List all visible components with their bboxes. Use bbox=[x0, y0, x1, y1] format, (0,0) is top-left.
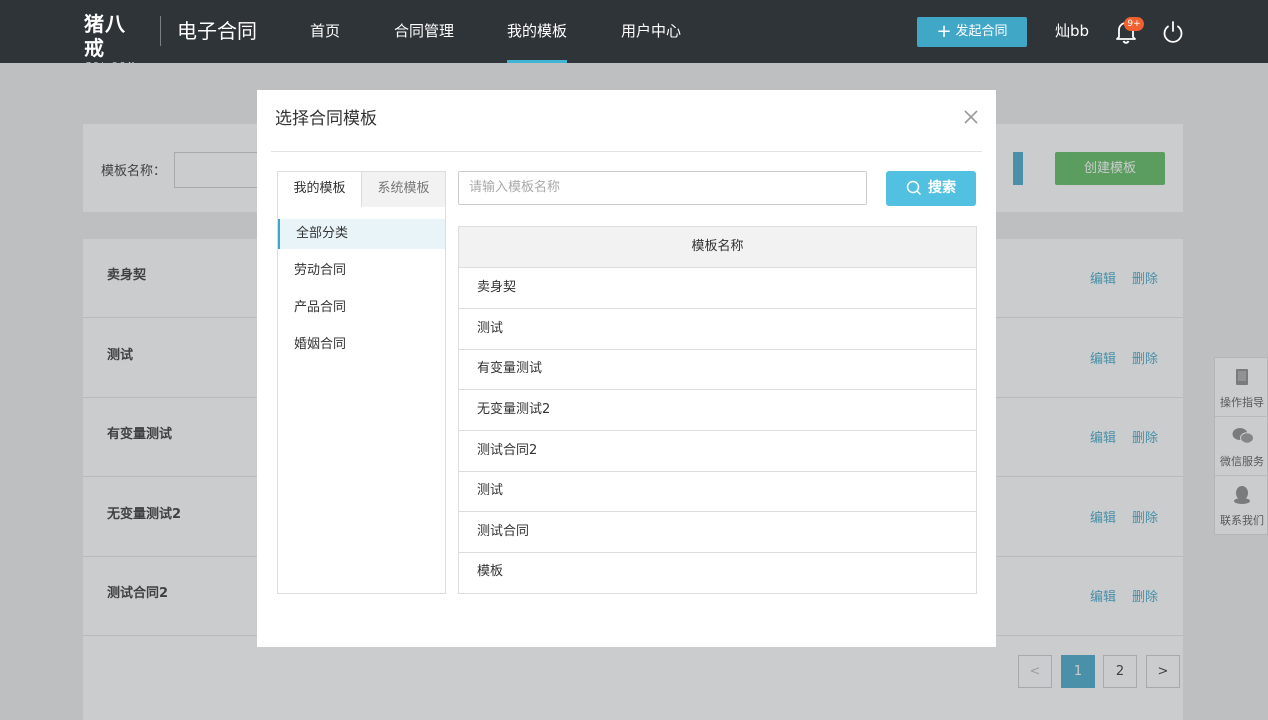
product-name: 电子合同 bbox=[177, 19, 257, 43]
top-header: 猪八戒 ZBJ.COM 电子合同 首页 合同管理 我的模板 用户中心 +发起合同… bbox=[0, 0, 1268, 69]
template-table: 模板名称 卖身契 测试 有变量测试 无变量测试2 测试合同2 测试 测试合同 模… bbox=[458, 226, 977, 594]
table-row[interactable]: 测试 bbox=[459, 309, 976, 350]
select-template-modal: 选择合同模板 我的模板 系统模板 全部分类 劳动合同 产品合同 婚姻合同 请输入… bbox=[257, 90, 996, 647]
table-row[interactable]: 卖身契 bbox=[459, 268, 976, 309]
close-icon[interactable] bbox=[960, 106, 982, 128]
table-row[interactable]: 有变量测试 bbox=[459, 349, 976, 390]
table-row[interactable]: 测试 bbox=[459, 471, 976, 512]
logo-divider bbox=[160, 16, 161, 46]
template-search-input[interactable]: 请输入模板名称 bbox=[458, 171, 867, 205]
table-header: 模板名称 bbox=[459, 227, 976, 268]
zbj-logo[interactable]: 猪八戒 ZBJ.COM bbox=[84, 12, 144, 69]
tab-system-templates[interactable]: 系统模板 bbox=[362, 172, 445, 207]
search-button[interactable]: 搜索 bbox=[886, 171, 976, 206]
logo-text: 猪八戒 bbox=[84, 12, 126, 60]
nav-my-templates[interactable]: 我的模板 bbox=[507, 0, 568, 63]
category-all[interactable]: 全部分类 bbox=[278, 219, 445, 249]
power-icon[interactable] bbox=[1160, 19, 1186, 45]
start-contract-label: 发起合同 bbox=[955, 24, 1008, 39]
table-row[interactable]: 模板 bbox=[459, 552, 976, 593]
nav-user-center[interactable]: 用户中心 bbox=[621, 0, 681, 63]
notification-badge: 9+ bbox=[1124, 17, 1144, 31]
table-row[interactable]: 无变量测试2 bbox=[459, 390, 976, 431]
tab-my-templates[interactable]: 我的模板 bbox=[278, 172, 362, 207]
category-labor[interactable]: 劳动合同 bbox=[278, 256, 445, 286]
plus-icon: + bbox=[936, 21, 952, 42]
table-row[interactable]: 测试合同 bbox=[459, 512, 976, 553]
modal-title: 选择合同模板 bbox=[275, 109, 377, 129]
modal-divider bbox=[271, 151, 982, 152]
search-icon bbox=[906, 180, 922, 196]
nav-home[interactable]: 首页 bbox=[310, 0, 340, 63]
category-marriage[interactable]: 婚姻合同 bbox=[278, 330, 445, 360]
category-panel: 我的模板 系统模板 全部分类 劳动合同 产品合同 婚姻合同 bbox=[277, 171, 446, 594]
username[interactable]: 灿bb bbox=[1055, 20, 1089, 42]
nav-contract-management[interactable]: 合同管理 bbox=[394, 0, 454, 63]
table-row[interactable]: 测试合同2 bbox=[459, 431, 976, 472]
template-source-tabs: 我的模板 系统模板 bbox=[278, 172, 445, 207]
search-button-label: 搜索 bbox=[928, 180, 956, 196]
start-contract-button[interactable]: + 发起合同 bbox=[917, 17, 1027, 47]
category-product[interactable]: 产品合同 bbox=[278, 293, 445, 323]
